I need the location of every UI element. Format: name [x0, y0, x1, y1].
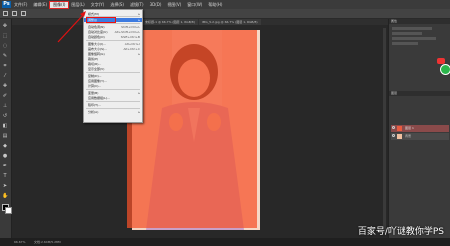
menu-3d[interactable]: 3D(D): [147, 2, 165, 7]
menu-image[interactable]: 图像(I): [49, 0, 70, 9]
property-row: [392, 27, 432, 30]
layer-row[interactable]: 背景: [391, 133, 449, 140]
menu-item-image-rotation[interactable]: 图像旋转(G) ▸: [84, 52, 142, 56]
healing-brush-icon[interactable]: ✚: [2, 83, 8, 89]
menu-type[interactable]: 文字(Y): [88, 2, 108, 8]
dodge-tool-icon[interactable]: ●: [2, 153, 8, 159]
eraser-tool-icon[interactable]: ◧: [2, 123, 8, 129]
layer-name: 背景: [405, 134, 412, 138]
quick-select-icon[interactable]: ✎: [2, 53, 8, 59]
menu-item-crop[interactable]: 裁剪(P): [84, 57, 142, 61]
history-brush-icon[interactable]: ↺: [2, 113, 8, 119]
photoshop-logo-icon: Ps: [2, 1, 11, 8]
pen-tool-icon[interactable]: ✒: [2, 163, 8, 169]
tools-panel: ✥ ⬚ ◌ ✎ ⌗ ⁄ ✚ ✐ ⊥ ↺ ◧ ▤ ◆ ● ✒ T ➤ ✋: [0, 19, 12, 239]
menu-filter[interactable]: 滤镜(T): [127, 2, 147, 8]
layer-name: 图层 1: [405, 126, 414, 130]
eyedropper-icon[interactable]: ⁄: [2, 73, 8, 79]
home-icon[interactable]: [3, 11, 8, 16]
align-icon[interactable]: [21, 11, 26, 16]
zoom-level[interactable]: 66.67%: [14, 238, 25, 246]
menu-item-image-size[interactable]: 图像大小(I)... Alt+Ctrl+I: [84, 42, 142, 46]
menu-separator: [86, 40, 140, 41]
status-bar: 66.67% 文档:2.64M/5.28M: [0, 238, 450, 246]
eye-icon[interactable]: [392, 126, 395, 129]
layer-thumbnail: [397, 134, 402, 139]
clone-stamp-icon[interactable]: ⊥: [2, 103, 8, 109]
menu-item-reveal-all[interactable]: 显示全部(V): [84, 67, 142, 71]
menu-separator: [86, 108, 140, 109]
menu-item-duplicate[interactable]: 复制(D)...: [84, 74, 142, 78]
menu-view[interactable]: 视图(V): [164, 2, 184, 8]
layers-panel-header[interactable]: 图层: [389, 91, 450, 96]
menu-help[interactable]: 帮助(H): [205, 2, 225, 8]
marquee-tool-icon[interactable]: ⬚: [2, 33, 8, 39]
eye-icon[interactable]: [392, 134, 395, 137]
menu-item-canvas-size[interactable]: 画布大小(S)... Alt+Ctrl+C: [84, 47, 142, 51]
crop-tool-icon[interactable]: ⌗: [2, 63, 8, 69]
red-fill-layer: [127, 30, 257, 228]
property-row: [392, 32, 422, 35]
menu-item-auto-contrast[interactable]: 自动对比度(U) Alt+Shift+Ctrl+L: [84, 30, 142, 34]
options-bar: [0, 9, 450, 19]
menu-item-variables[interactable]: 变量(B) ▸: [84, 91, 142, 95]
menu-item-analysis[interactable]: 分析(A) ▸: [84, 110, 142, 114]
document-size: 文档:2.64M/5.28M: [34, 240, 61, 244]
image-menu-dropdown: 模式(M) ▸ 调整(J) ▸ 自动色调(N) Shift+Ctrl+L 自动对比度(…: [83, 9, 143, 123]
background-color-swatch[interactable]: [5, 207, 12, 214]
brush-tool-icon[interactable]: ✐: [2, 93, 8, 99]
canvas-scrollbar[interactable]: [383, 28, 386, 233]
watermark-text: 百家号/吖谜教你学PS: [357, 227, 444, 237]
layer-row[interactable]: 图层 1: [391, 125, 449, 132]
menu-item-auto-tone[interactable]: 自动色调(N) Shift+Ctrl+L: [84, 25, 142, 29]
menu-window[interactable]: 窗口(W): [184, 2, 205, 8]
floating-assistant-icon[interactable]: [440, 64, 450, 75]
menu-separator: [86, 72, 140, 73]
move-tool-icon[interactable]: ✥: [2, 23, 8, 29]
menu-bar: Ps 文件(F) 编辑(E) 图像(I) 图层(L) 文字(Y) 选择(S) 滤…: [0, 0, 450, 9]
menu-edit[interactable]: 编辑(E): [30, 2, 50, 8]
properties-panel-header[interactable]: 属性: [389, 19, 450, 24]
menu-layer[interactable]: 图层(L): [68, 2, 87, 8]
menu-file[interactable]: 文件(F): [11, 2, 30, 8]
move-tool-option-icon[interactable]: [12, 11, 17, 16]
layer-thumbnail: [397, 126, 402, 131]
lasso-tool-icon[interactable]: ◌: [2, 43, 8, 49]
right-panels: 属性 图层 图层 1 背景: [388, 19, 450, 239]
menu-item-calculations[interactable]: 计算(C)...: [84, 84, 142, 88]
hand-tool-icon[interactable]: ✋: [2, 193, 8, 199]
type-tool-icon[interactable]: T: [2, 173, 8, 179]
blur-tool-icon[interactable]: ◆: [2, 143, 8, 149]
path-select-icon[interactable]: ➤: [2, 183, 8, 189]
menu-item-apply-data-set[interactable]: 应用数据组(L)...: [84, 96, 142, 100]
menu-select[interactable]: 选择(S): [107, 2, 127, 8]
menu-item-trim[interactable]: 裁切(R)...: [84, 62, 142, 66]
menu-separator: [86, 101, 140, 102]
property-row: [392, 37, 436, 40]
menu-separator: [86, 89, 140, 90]
gradient-tool-icon[interactable]: ▤: [2, 133, 8, 139]
menu-item-apply-image[interactable]: 应用图像(Y)...: [84, 79, 142, 83]
property-row: [392, 42, 418, 45]
menu-item-auto-color[interactable]: 自动颜色(O) Shift+Ctrl+B: [84, 35, 142, 39]
menu-separator: [86, 23, 140, 24]
menu-item-trap[interactable]: 陷印(T)...: [84, 103, 142, 107]
